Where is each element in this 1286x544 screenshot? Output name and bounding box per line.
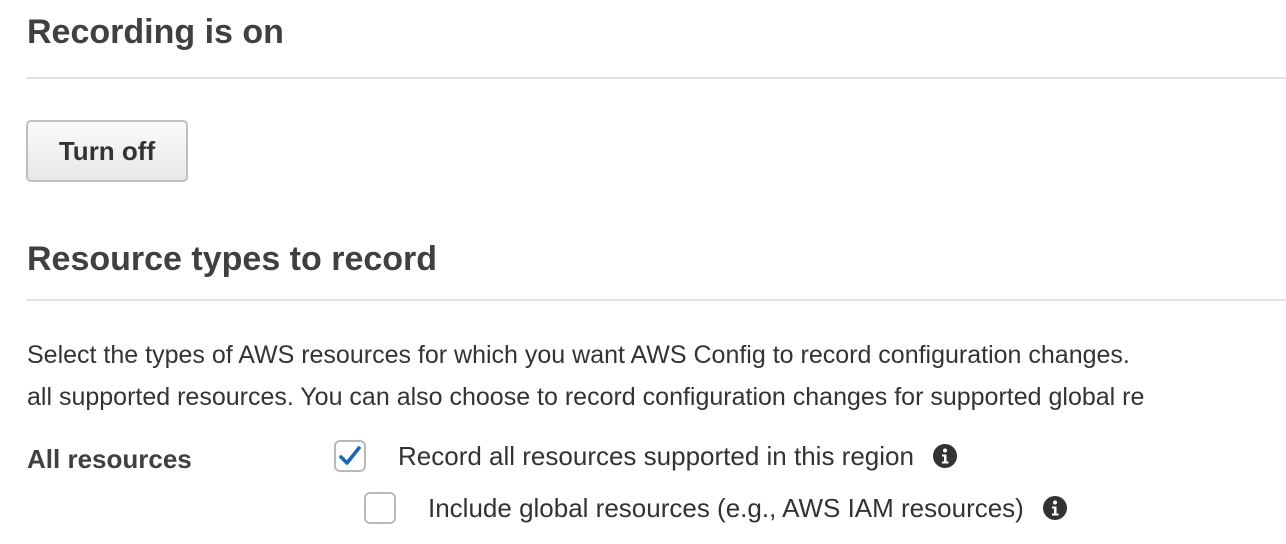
include-global-row: Include global resources (e.g., AWS IAM … xyxy=(364,492,1068,524)
resource-types-description: Select the types of AWS resources for wh… xyxy=(27,334,1144,418)
record-all-label: Record all resources supported in this r… xyxy=(398,440,914,471)
turn-off-button[interactable]: Turn off xyxy=(26,120,188,182)
all-resources-label: All resources xyxy=(27,444,192,474)
section-divider xyxy=(26,77,1286,79)
config-settings-page: Recording is on Turn off Resource types … xyxy=(0,0,1286,544)
include-global-checkbox[interactable] xyxy=(364,492,396,524)
description-line: all supported resources. You can also ch… xyxy=(27,383,1145,411)
info-icon[interactable] xyxy=(1042,495,1068,521)
info-icon[interactable] xyxy=(932,443,958,469)
resource-types-title: Resource types to record xyxy=(27,240,438,278)
description-line: Select the types of AWS resources for wh… xyxy=(27,341,1130,369)
record-all-checkbox[interactable] xyxy=(334,440,366,472)
checkmark-icon xyxy=(339,446,361,465)
record-all-row: Record all resources supported in this r… xyxy=(334,440,958,472)
section-divider xyxy=(26,299,1286,301)
recording-status-title: Recording is on xyxy=(27,13,284,51)
include-global-label: Include global resources (e.g., AWS IAM … xyxy=(428,492,1024,523)
